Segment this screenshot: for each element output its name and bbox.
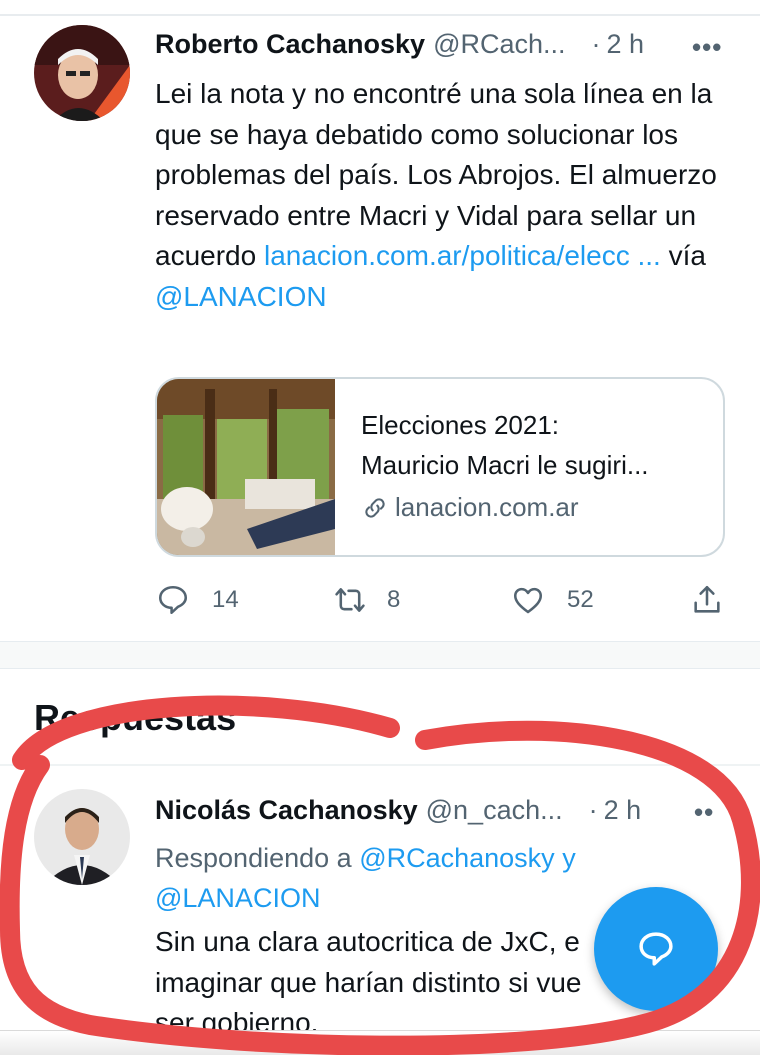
reply-more-options-icon[interactable]: •• (694, 797, 714, 828)
reply-count: 14 (212, 586, 239, 613)
reply-action[interactable]: 14 (156, 583, 239, 617)
like-action[interactable]: 52 (511, 583, 594, 617)
share-action[interactable] (690, 583, 724, 617)
section-divider (0, 641, 760, 669)
reply-icon (158, 585, 188, 615)
tweet-header: Roberto Cachanosky @RCach... · 2 h (155, 24, 644, 64)
reply-header: Nicolás Cachanosky @n_cach... · 2 h (155, 790, 641, 830)
author-handle[interactable]: @RCach... (433, 29, 565, 60)
reply-author-name[interactable]: Nicolás Cachanosky (155, 795, 418, 826)
replying-prefix: Respondiendo a (155, 843, 352, 873)
top-divider (0, 14, 760, 16)
card-title-line-1: Elecciones 2021: (361, 410, 560, 440)
reply-author-handle[interactable]: @n_cach... (426, 795, 563, 826)
replies-divider (0, 764, 760, 766)
timestamp[interactable]: 2 h (607, 29, 645, 60)
like-count: 52 (567, 586, 594, 613)
reply-timestamp[interactable]: 2 h (604, 795, 642, 826)
reply-avatar[interactable] (34, 789, 130, 885)
retweet-count: 8 (387, 586, 401, 613)
separator-dot: · (591, 28, 601, 59)
replying-mention-2[interactable]: @LANACION (155, 883, 320, 913)
card-title: Elecciones 2021: Mauricio Macri le sugir… (361, 405, 711, 485)
share-icon (694, 585, 720, 613)
card-title-line-2: Mauricio Macri le sugiri... (361, 450, 649, 480)
retweet-icon (335, 588, 365, 612)
link-icon (365, 497, 385, 518)
compose-reply-icon (639, 932, 673, 966)
replying-and: y (562, 843, 576, 873)
avatar[interactable] (34, 25, 130, 121)
tweet-text: Lei la nota y no encontré una sola línea… (155, 74, 725, 317)
heart-icon (513, 587, 543, 614)
more-options-icon[interactable]: ••• (692, 32, 722, 63)
card-domain-text: lanacion.com.ar (395, 492, 579, 522)
via-text: vía (668, 240, 706, 271)
bottom-edge (0, 1030, 760, 1055)
reply-separator-dot: · (588, 794, 598, 825)
mention-link[interactable]: @LANACION (155, 281, 327, 312)
tweet-link[interactable]: lanacion.com.ar/politica/elecc ... (264, 240, 661, 271)
replies-heading: Respuestas (34, 697, 237, 738)
link-preview-card[interactable]: Elecciones 2021: Mauricio Macri le sugir… (155, 377, 725, 557)
author-name[interactable]: Roberto Cachanosky (155, 29, 425, 60)
compose-reply-button[interactable] (594, 887, 718, 1011)
replying-mention-1[interactable]: @RCachanosky (359, 843, 555, 873)
retweet-action[interactable]: 8 (333, 583, 400, 617)
card-image (157, 379, 335, 555)
card-domain: lanacion.com.ar (361, 492, 579, 523)
